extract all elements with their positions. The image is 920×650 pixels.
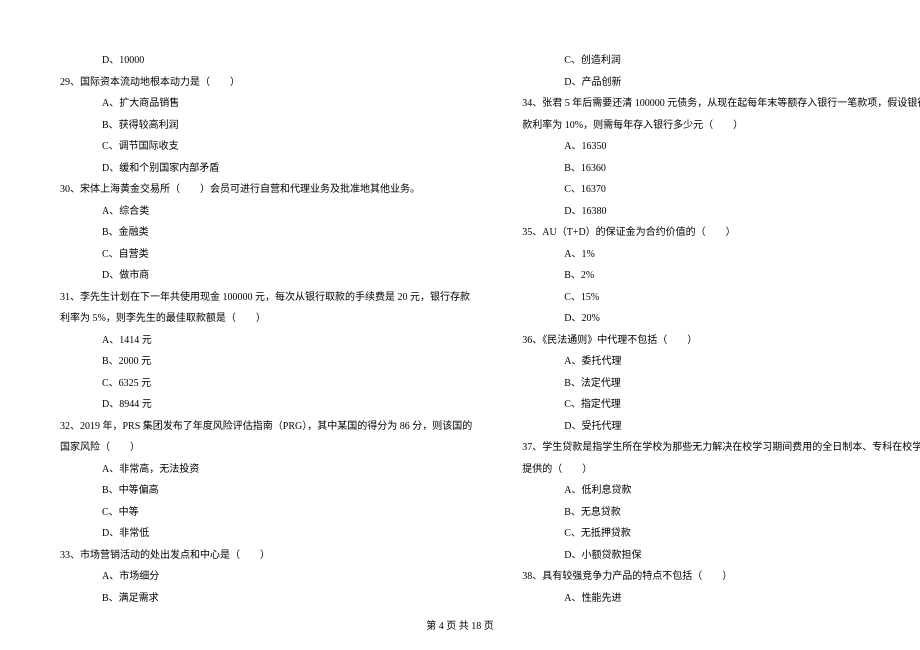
option-text: A、综合类 [60, 201, 472, 223]
option-text: B、中等偏高 [60, 480, 472, 502]
question-text: 33、市场营销活动的处出发点和中心是（ ） [60, 545, 472, 567]
question-text: 37、学生贷款是指学生所在学校为那些无力解决在校学习期间费用的全日制本、专科在校… [522, 437, 920, 459]
option-text: B、无息贷款 [522, 502, 920, 524]
question-text: 38、具有较强竞争力产品的特点不包括（ ） [522, 566, 920, 588]
question-text: 30、宋体上海黄金交易所（ ）会员可进行自营和代理业务及批准地其他业务。 [60, 179, 472, 201]
option-text: C、自营类 [60, 244, 472, 266]
option-text: C、中等 [60, 502, 472, 524]
option-text: B、获得较高利润 [60, 115, 472, 137]
option-text: A、1414 元 [60, 330, 472, 352]
option-text: D、产品创新 [522, 72, 920, 94]
option-text: D、10000 [60, 50, 472, 72]
option-text: B、金融类 [60, 222, 472, 244]
option-text: C、指定代理 [522, 394, 920, 416]
question-text: 34、张君 5 年后需要还清 100000 元债务，从现在起每年末等额存入银行一… [522, 93, 920, 115]
question-continuation: 提供的（ ） [522, 459, 920, 481]
option-text: C、创造利润 [522, 50, 920, 72]
right-column: C、创造利润 D、产品创新 34、张君 5 年后需要还清 100000 元债务，… [522, 50, 920, 580]
option-text: C、16370 [522, 179, 920, 201]
option-text: B、满足需求 [60, 588, 472, 610]
option-text: B、2000 元 [60, 351, 472, 373]
page-container: D、10000 29、国际资本流动地根本动力是（ ） A、扩大商品销售 B、获得… [60, 50, 860, 580]
option-text: A、低利息贷款 [522, 480, 920, 502]
option-text: D、8944 元 [60, 394, 472, 416]
option-text: D、16380 [522, 201, 920, 223]
option-text: B、2% [522, 265, 920, 287]
question-text: 36、《民法通则》中代理不包括（ ） [522, 330, 920, 352]
question-text: 32、2019 年，PRS 集团发布了年度风险评估指南（PRG），其中某国的得分… [60, 416, 472, 438]
option-text: D、非常低 [60, 523, 472, 545]
option-text: D、20% [522, 308, 920, 330]
option-text: C、无抵押贷款 [522, 523, 920, 545]
option-text: A、16350 [522, 136, 920, 158]
option-text: C、调节国际收支 [60, 136, 472, 158]
question-text: 31、李先生计划在下一年共使用现金 100000 元，每次从银行取款的手续费是 … [60, 287, 472, 309]
option-text: A、性能先进 [522, 588, 920, 610]
page-footer: 第 4 页 共 18 页 [0, 617, 920, 632]
option-text: C、15% [522, 287, 920, 309]
option-text: A、委托代理 [522, 351, 920, 373]
option-text: A、1% [522, 244, 920, 266]
option-text: B、16360 [522, 158, 920, 180]
option-text: D、小额贷款担保 [522, 545, 920, 567]
question-continuation: 利率为 5%，则李先生的最佳取款额是（ ） [60, 308, 472, 330]
left-column: D、10000 29、国际资本流动地根本动力是（ ） A、扩大商品销售 B、获得… [60, 50, 472, 580]
option-text: A、非常高，无法投资 [60, 459, 472, 481]
option-text: D、受托代理 [522, 416, 920, 438]
option-text: D、缓和个别国家内部矛盾 [60, 158, 472, 180]
question-continuation: 款利率为 10%，则需每年存入银行多少元（ ） [522, 115, 920, 137]
question-continuation: 国家风险（ ） [60, 437, 472, 459]
option-text: A、市场细分 [60, 566, 472, 588]
option-text: B、法定代理 [522, 373, 920, 395]
question-text: 29、国际资本流动地根本动力是（ ） [60, 72, 472, 94]
question-text: 35、AU（T+D）的保证金为合约价值的（ ） [522, 222, 920, 244]
option-text: A、扩大商品销售 [60, 93, 472, 115]
option-text: D、做市商 [60, 265, 472, 287]
option-text: C、6325 元 [60, 373, 472, 395]
